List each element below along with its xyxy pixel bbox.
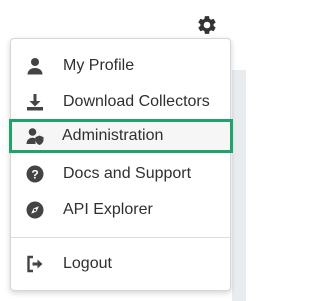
menu-item-label: My Profile: [63, 57, 135, 74]
menu-item-label: API Explorer: [63, 201, 153, 218]
question-circle-icon: ?: [26, 165, 44, 183]
download-icon: [26, 93, 44, 111]
menu-divider: [11, 237, 230, 238]
logout-icon: [26, 255, 44, 273]
compass-icon: [26, 201, 44, 219]
gear-icon[interactable]: [196, 14, 218, 36]
menu-item-label: Logout: [63, 255, 112, 272]
user-shield-icon: [26, 127, 44, 145]
menu-item-api-explorer[interactable]: API Explorer: [11, 193, 230, 227]
page-background-strip: [232, 70, 246, 301]
user-icon: [26, 57, 44, 75]
svg-text:?: ?: [31, 167, 38, 181]
menu-item-logout[interactable]: Logout: [11, 247, 230, 281]
menu-item-label: Download Collectors: [63, 93, 210, 110]
user-dropdown-menu: My Profile Download Collectors Administr…: [9, 38, 233, 291]
menu-item-my-profile[interactable]: My Profile: [11, 49, 230, 83]
menu-item-docs-and-support[interactable]: ? Docs and Support: [11, 157, 230, 191]
menu-item-label: Docs and Support: [63, 165, 192, 182]
menu-item-label: Administration: [62, 127, 164, 144]
menu-item-download-collectors[interactable]: Download Collectors: [11, 85, 230, 119]
menu-item-administration[interactable]: Administration: [9, 119, 233, 153]
